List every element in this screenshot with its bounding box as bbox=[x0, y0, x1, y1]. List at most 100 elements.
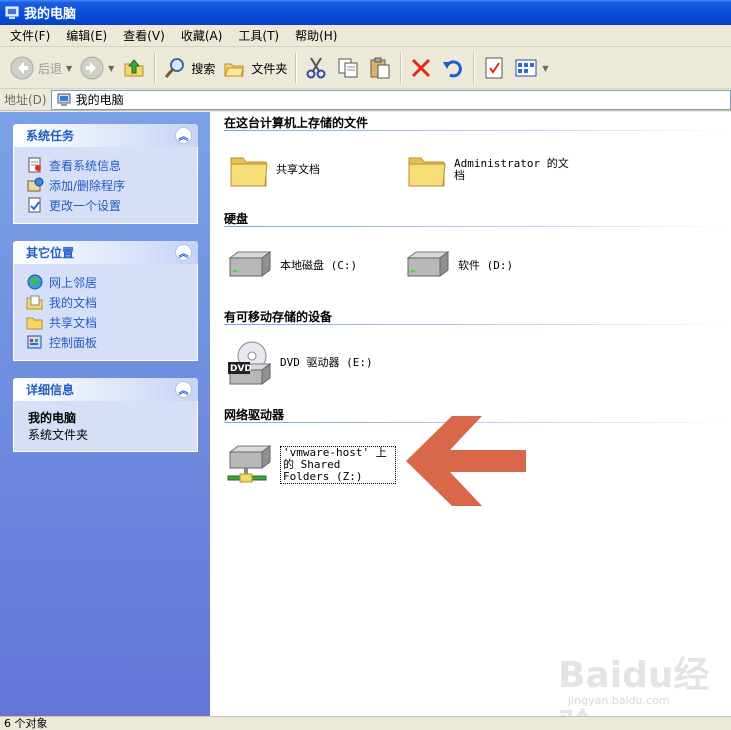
menu-view[interactable]: 查看(V) bbox=[117, 27, 171, 44]
network-drive-icon bbox=[227, 445, 272, 483]
place-label: 我的文档 bbox=[49, 295, 98, 310]
task-add-remove-programs[interactable]: 添加/删除程序 bbox=[26, 175, 197, 195]
control-panel-icon bbox=[27, 335, 42, 349]
network-places-icon bbox=[27, 274, 43, 290]
toolbar-separator bbox=[473, 53, 475, 83]
folder-icon bbox=[408, 157, 446, 187]
views-dropdown-icon[interactable]: ▼ bbox=[542, 64, 548, 73]
other-places-title: 其它位置 bbox=[26, 246, 75, 260]
delete-icon bbox=[412, 58, 431, 78]
place-control-panel[interactable]: 控制面板 bbox=[26, 332, 197, 352]
copy-button[interactable] bbox=[332, 51, 364, 85]
folder-up-icon bbox=[124, 59, 144, 77]
change-setting-icon bbox=[28, 197, 41, 213]
item-dvd-drive-e[interactable]: DVD DVD 驱动器 (E:) bbox=[226, 340, 373, 386]
task-view-system-info[interactable]: 查看系统信息 bbox=[26, 155, 197, 175]
folders-button[interactable]: 文件夹 bbox=[219, 51, 291, 85]
menu-bar: 文件(F) 编辑(E) 查看(V) 收藏(A) 工具(T) 帮助(H) bbox=[0, 25, 731, 47]
back-button[interactable]: 后退 ▼ bbox=[6, 51, 76, 85]
views-button[interactable]: ▼ bbox=[510, 51, 552, 85]
status-text: 6 个对象 bbox=[4, 717, 48, 730]
my-documents-icon bbox=[26, 295, 43, 310]
system-info-icon bbox=[28, 157, 41, 173]
title-bar: 我的电脑 bbox=[0, 0, 731, 25]
item-label: DVD 驱动器 (E:) bbox=[280, 356, 373, 369]
properties-button[interactable] bbox=[478, 51, 510, 85]
place-shared-documents[interactable]: 共享文档 bbox=[26, 312, 197, 332]
collapse-icon[interactable]: ︽ bbox=[175, 244, 192, 261]
my-computer-icon bbox=[57, 93, 71, 106]
system-tasks-header[interactable]: 系统任务 ︽ bbox=[13, 124, 198, 147]
copy-icon bbox=[338, 58, 358, 78]
search-label: 搜索 bbox=[191, 61, 216, 76]
toolbar-separator bbox=[295, 53, 297, 83]
place-label: 控制面板 bbox=[49, 335, 98, 350]
address-value: 我的电脑 bbox=[75, 93, 124, 107]
properties-icon bbox=[485, 57, 503, 79]
item-administrator-documents[interactable]: Administrator 的文档 bbox=[406, 150, 572, 190]
task-change-setting[interactable]: 更改一个设置 bbox=[26, 195, 197, 215]
details-panel: 详细信息 ︽ 我的电脑 系统文件夹 bbox=[13, 378, 198, 452]
group-title: 在这台计算机上存储的文件 bbox=[224, 116, 369, 130]
details-header[interactable]: 详细信息 ︽ bbox=[13, 378, 198, 401]
group-divider bbox=[224, 324, 731, 325]
collapse-icon[interactable]: ︽ bbox=[175, 127, 192, 144]
window-title: 我的电脑 bbox=[24, 7, 77, 22]
group-divider bbox=[224, 130, 731, 131]
add-remove-programs-icon bbox=[27, 177, 44, 192]
menu-favorites[interactable]: 收藏(A) bbox=[175, 27, 229, 44]
back-dropdown-icon[interactable]: ▼ bbox=[66, 64, 72, 73]
place-my-documents[interactable]: 我的文档 bbox=[26, 292, 197, 312]
item-label: 共享文档 bbox=[276, 163, 320, 176]
red-arrow-annotation bbox=[406, 416, 526, 506]
group-title: 网络驱动器 bbox=[224, 408, 285, 422]
address-input[interactable]: 我的电脑 bbox=[50, 89, 731, 110]
menu-tools[interactable]: 工具(T) bbox=[232, 27, 285, 44]
search-button[interactable]: 搜索 bbox=[159, 51, 219, 85]
up-button[interactable] bbox=[118, 51, 150, 85]
item-network-drive-z[interactable]: 'vmware-host' 上的 Shared Folders (Z:) bbox=[226, 444, 396, 486]
toolbar: 后退 ▼ ▼ 搜索 文件夹 ▼ bbox=[0, 48, 731, 89]
back-arrow-icon bbox=[10, 56, 34, 80]
delete-button[interactable] bbox=[405, 51, 437, 85]
folders-icon bbox=[224, 63, 244, 77]
details-name: 我的电脑 bbox=[28, 411, 77, 425]
item-shared-documents[interactable]: 共享文档 bbox=[228, 150, 320, 190]
task-label: 查看系统信息 bbox=[49, 158, 122, 173]
task-label: 添加/删除程序 bbox=[49, 178, 126, 193]
undo-icon bbox=[443, 60, 463, 78]
details-type: 系统文件夹 bbox=[28, 428, 89, 442]
paste-icon bbox=[370, 57, 390, 79]
dvd-icon-label: DVD bbox=[230, 364, 252, 374]
folders-label: 文件夹 bbox=[251, 61, 288, 76]
toolbar-separator bbox=[400, 53, 402, 83]
collapse-icon[interactable]: ︽ bbox=[175, 381, 192, 398]
undo-button[interactable] bbox=[437, 51, 469, 85]
item-software-disk-d[interactable]: 软件 (D:) bbox=[404, 250, 513, 282]
system-tasks-panel: 系统任务 ︽ 查看系统信息 添加/删除程序 更改一个设置 bbox=[13, 124, 198, 224]
forward-button[interactable]: ▼ bbox=[76, 51, 118, 85]
other-places-header[interactable]: 其它位置 ︽ bbox=[13, 241, 198, 264]
other-places-body: 网上邻居 我的文档 共享文档 控制面板 bbox=[13, 264, 198, 361]
place-network[interactable]: 网上邻居 bbox=[26, 272, 197, 292]
task-pane: 系统任务 ︽ 查看系统信息 添加/删除程序 更改一个设置 其它位置 ︽ 网上邻居… bbox=[0, 112, 210, 716]
item-local-disk-c[interactable]: 本地磁盘 (C:) bbox=[226, 250, 357, 282]
group-removable-storage: 有可移动存储的设备 bbox=[224, 308, 731, 325]
details-body: 我的电脑 系统文件夹 bbox=[13, 401, 198, 452]
back-label: 后退 bbox=[38, 61, 63, 76]
other-places-panel: 其它位置 ︽ 网上邻居 我的文档 共享文档 控制面板 bbox=[13, 241, 198, 361]
dvd-drive-icon: DVD bbox=[228, 341, 272, 385]
menu-edit[interactable]: 编辑(E) bbox=[60, 27, 113, 44]
forward-dropdown-icon[interactable]: ▼ bbox=[108, 64, 114, 73]
item-label: 软件 (D:) bbox=[458, 259, 514, 272]
menu-file[interactable]: 文件(F) bbox=[4, 27, 56, 44]
group-stored-files: 在这台计算机上存储的文件 bbox=[224, 114, 731, 131]
forward-arrow-icon bbox=[80, 56, 104, 80]
menu-help[interactable]: 帮助(H) bbox=[289, 27, 343, 44]
paste-button[interactable] bbox=[364, 51, 396, 85]
system-tasks-body: 查看系统信息 添加/删除程序 更改一个设置 bbox=[13, 147, 198, 224]
toolbar-separator bbox=[154, 53, 156, 83]
cut-button[interactable] bbox=[300, 51, 332, 85]
search-icon bbox=[165, 58, 185, 78]
views-icon bbox=[515, 59, 537, 77]
